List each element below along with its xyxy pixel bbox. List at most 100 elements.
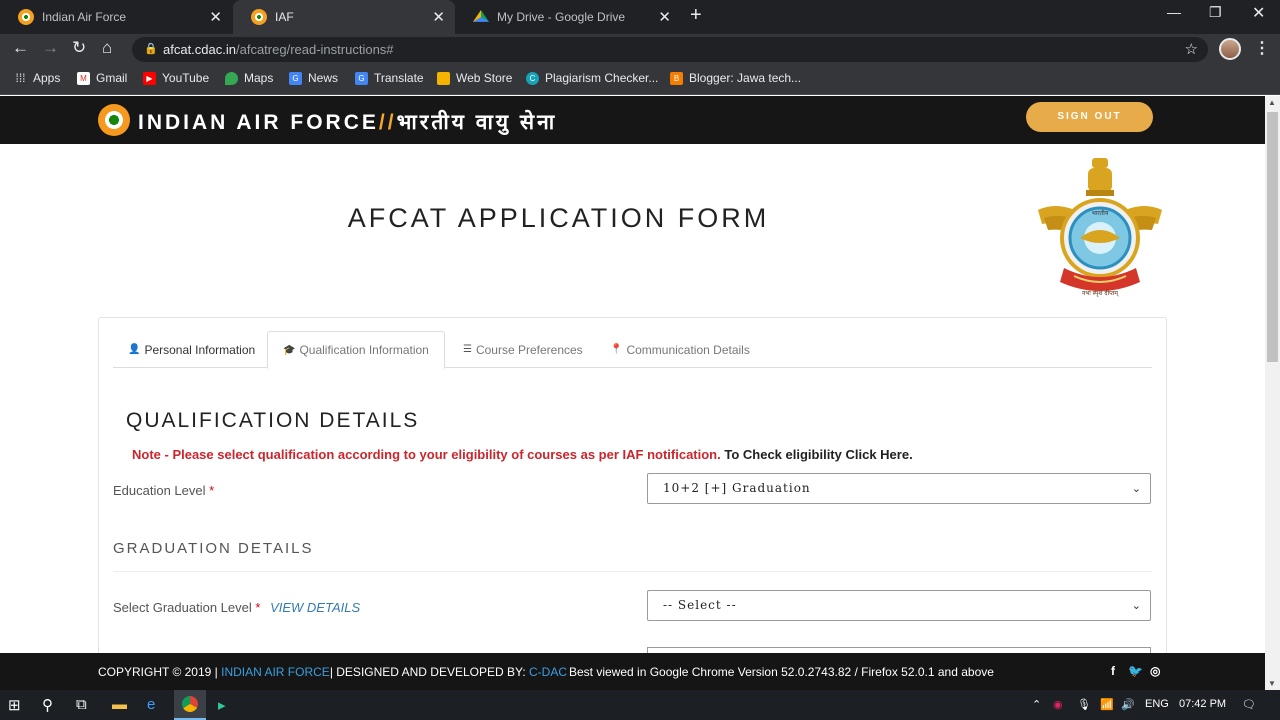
qualification-heading: QUALIFICATION DETAILS (126, 409, 420, 432)
window-close-icon[interactable]: ✕ (1252, 3, 1265, 23)
notifications-icon[interactable]: 🗨 (1242, 698, 1256, 711)
wifi-icon[interactable]: 📶 (1100, 698, 1114, 711)
close-tab-icon[interactable]: ✕ (209, 8, 222, 26)
home-icon[interactable]: ⌂ (102, 38, 112, 58)
bookmark-gmail[interactable]: M Gmail (77, 71, 127, 85)
sign-out-button[interactable]: SIGN OUT (1026, 102, 1153, 132)
graduation-cap-icon: 🎓 (283, 344, 296, 356)
edge-icon[interactable]: e (147, 696, 155, 713)
windows-taskbar: ⊞ ⚲ ⧉ ▬ e ▸ ⌃ ◉ 🎙 📶 🔊 ENG 07:42 PM 🗨 (0, 690, 1280, 720)
scroll-down-arrow-icon[interactable]: ▼ (1268, 679, 1276, 688)
close-tab-icon[interactable]: ✕ (432, 8, 445, 26)
tray-chevron-up-icon[interactable]: ⌃ (1032, 698, 1041, 711)
tab-title: IAF (275, 10, 294, 24)
browser-tab-google-drive[interactable]: My Drive - Google Drive ✕ (455, 0, 681, 34)
svg-text:भारतीय: भारतीय (1092, 209, 1109, 217)
facebook-icon[interactable]: f (1111, 664, 1115, 678)
list-icon: ☰ (463, 344, 472, 355)
lock-icon: 🔒 (144, 43, 158, 55)
bookmark-youtube[interactable]: ▶ YouTube (143, 71, 209, 85)
iaf-footer-link[interactable]: INDIAN AIR FORCE (221, 665, 330, 679)
url-host: afcat.cdac.in (163, 42, 236, 57)
language-indicator[interactable]: ENG (1145, 698, 1169, 710)
browser-tab-strip: Indian Air Force ✕ IAF ✕ My Drive - Goog… (0, 0, 1280, 34)
volume-icon[interactable]: 🔊 (1121, 698, 1135, 711)
youtube-icon: ▶ (143, 71, 156, 85)
chrome-menu-icon[interactable]: ⋮ (1254, 38, 1270, 58)
bookmark-maps[interactable]: Maps (225, 71, 273, 85)
cdac-link[interactable]: C-DAC (529, 665, 567, 679)
browser-support-text: Best viewed in Google Chrome Version 52.… (569, 665, 994, 679)
maps-pin-icon (225, 71, 238, 85)
gmail-icon: M (77, 71, 90, 85)
iaf-roundel-icon (251, 9, 267, 25)
instagram-icon[interactable]: ◎ (1150, 664, 1160, 678)
apps-grid-icon: ⁞⁞⁞ (15, 71, 26, 85)
iaf-emblem-icon: भारतीय नभः स्पृशं दीप्तम् (1038, 158, 1162, 297)
user-icon: 👤 (128, 344, 141, 355)
plagiarism-checker-icon: C (526, 71, 539, 85)
translate-icon: G (355, 71, 368, 85)
bookmark-web-store[interactable]: Web Store (437, 71, 512, 85)
search-icon[interactable]: ⚲ (42, 696, 53, 714)
bookmark-translate[interactable]: G Translate (355, 71, 424, 85)
chevron-down-icon: ⌄ (1131, 599, 1142, 612)
reload-icon[interactable]: ↻ (72, 38, 86, 58)
record-icon[interactable]: ◉ (1053, 698, 1063, 711)
back-arrow-icon[interactable]: ← (12, 38, 29, 58)
browser-tab-indian-air-force[interactable]: Indian Air Force ✕ (0, 0, 232, 34)
blogger-icon: B (670, 71, 683, 85)
microphone-icon[interactable]: 🎙 (1077, 698, 1091, 711)
app-taskbar-icon[interactable]: ▸ (218, 696, 226, 714)
tab-qualification-information[interactable]: 🎓 Qualification Information (267, 331, 445, 369)
url-path: /afcatreg/read-instructions# (236, 42, 394, 57)
chevron-down-icon: ⌄ (1131, 482, 1142, 495)
iaf-roundel-logo (98, 104, 130, 136)
file-explorer-icon[interactable]: ▬ (112, 696, 127, 713)
twitter-icon[interactable]: 🐦 (1128, 664, 1143, 678)
windows-start-icon[interactable]: ⊞ (8, 696, 21, 714)
bookmark-star-icon[interactable]: ☆ (1185, 37, 1198, 62)
forward-arrow-icon[interactable]: → (42, 38, 59, 58)
brand-title: INDIAN AIR FORCE//भारतीय वायु सेना (138, 111, 558, 134)
tab-course-preferences[interactable]: ☰ Course Preferences (448, 331, 598, 368)
new-tab-button[interactable]: + (690, 4, 702, 27)
chrome-taskbar-icon[interactable] (174, 690, 206, 720)
graduation-level-select[interactable]: -- Select -- ⌄ (647, 590, 1151, 621)
tab-title: Indian Air Force (42, 10, 127, 24)
education-level-select[interactable]: 10+2 [+] Graduation ⌄ (647, 473, 1151, 504)
tab-communication-details[interactable]: 📍 Communication Details (595, 331, 765, 368)
bookmark-apps[interactable]: ⁞⁞⁞ Apps (14, 71, 60, 85)
site-header: INDIAN AIR FORCE//भारतीय वायु सेना SIGN … (0, 96, 1265, 144)
copyright-text: COPYRIGHT © 2019 | INDIAN AIR FORCE| DES… (98, 665, 567, 679)
clock[interactable]: 07:42 PM (1179, 698, 1226, 710)
education-level-label: Education Level * (113, 483, 215, 498)
page-title: AFCAT APPLICATION FORM (347, 203, 770, 233)
section-divider (113, 571, 1152, 572)
close-tab-icon[interactable]: ✕ (658, 8, 671, 26)
browser-tab-iaf[interactable]: IAF ✕ (233, 0, 455, 34)
eligibility-note: Note - Please select qualification accor… (132, 447, 913, 462)
check-eligibility-link[interactable]: To Check eligibility Click Here. (724, 447, 912, 462)
news-icon: G (289, 71, 302, 85)
bookmark-blogger[interactable]: B Blogger: Jawa tech... (670, 71, 801, 85)
profile-avatar[interactable] (1219, 38, 1241, 60)
bookmark-news[interactable]: G News (289, 71, 338, 85)
bookmark-plagiarism-checker[interactable]: C Plagiarism Checker... (526, 71, 658, 85)
task-view-icon[interactable]: ⧉ (76, 696, 87, 713)
graduation-level-label: Select Graduation Level * VIEW DETAILS (113, 600, 361, 615)
restore-icon[interactable]: ❐ (1209, 4, 1222, 21)
view-details-link[interactable]: VIEW DETAILS (270, 600, 360, 615)
google-drive-icon (473, 10, 489, 22)
map-marker-icon: 📍 (610, 344, 623, 355)
tab-personal-information[interactable]: 👤 Personal Information (113, 331, 270, 368)
iaf-roundel-icon (18, 9, 34, 25)
scroll-up-arrow-icon[interactable]: ▲ (1268, 98, 1276, 107)
minimize-icon[interactable]: — (1167, 4, 1181, 20)
tab-title: My Drive - Google Drive (497, 10, 626, 24)
site-footer: COPYRIGHT © 2019 | INDIAN AIR FORCE| DES… (0, 653, 1265, 690)
url-input[interactable]: 🔒 afcat.cdac.in/afcatreg/read-instructio… (132, 37, 1208, 62)
bookmarks-bar: ⁞⁞⁞ Apps M Gmail ▶ YouTube Maps G News G Tran… (0, 64, 1280, 95)
svg-text:नभः स्पृशं दीप्तम्: नभः स्पृशं दीप्तम् (1082, 289, 1119, 297)
scrollbar-thumb[interactable] (1267, 112, 1278, 362)
